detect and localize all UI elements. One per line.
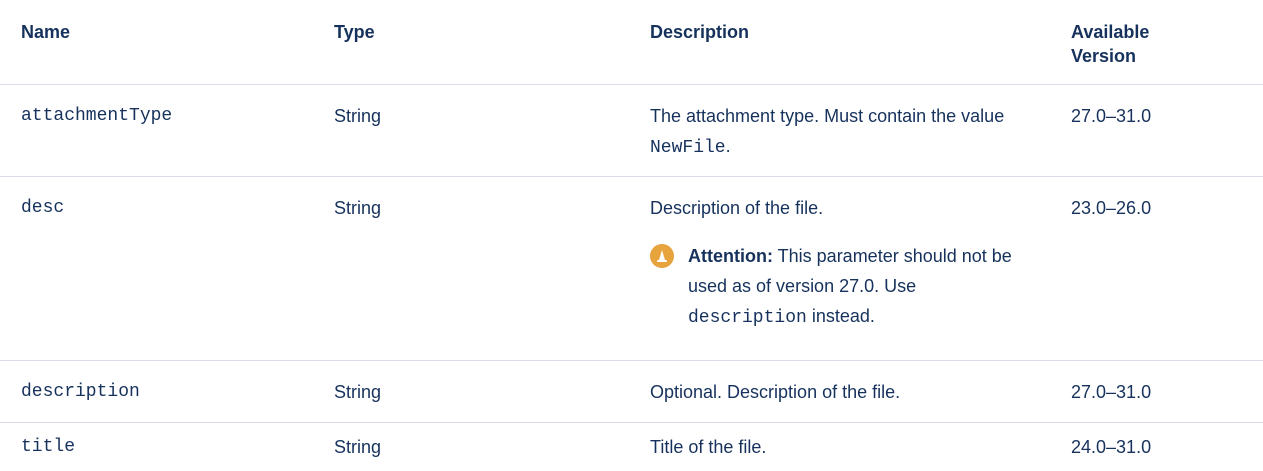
row-divider: [0, 176, 1263, 177]
row-divider: [0, 360, 1263, 361]
param-type: String: [334, 198, 382, 218]
param-type: String: [334, 382, 382, 402]
param-version: 23.0–26.0: [1071, 198, 1152, 218]
attention-text: Attention: This parameter should not be …: [688, 241, 1038, 333]
attention-code: description: [688, 308, 807, 328]
param-name: attachmentType: [21, 106, 173, 126]
param-description: Title of the file.: [650, 437, 767, 457]
header-version-line2: Version: [1071, 46, 1137, 66]
description-code: NewFile: [650, 138, 726, 158]
attention-text-post: instead.: [806, 306, 875, 326]
param-name: desc: [21, 198, 65, 218]
header-type: Type: [334, 22, 375, 42]
param-version: 27.0–31.0: [1071, 382, 1152, 402]
row-divider: [0, 422, 1263, 423]
param-version: 27.0–31.0: [1071, 106, 1152, 126]
param-description: Optional. Description of the file.: [650, 382, 901, 402]
parameters-table: Name Type Description Available Version …: [0, 0, 1263, 471]
param-description: The attachment type. Must contain the va…: [650, 101, 1045, 163]
header-version-line1: Available: [1071, 22, 1150, 42]
param-type: String: [334, 437, 382, 457]
attention-cone-icon: [650, 244, 674, 268]
param-name: title: [21, 437, 76, 457]
description-text: The attachment type. Must contain the va…: [650, 106, 1005, 126]
header-available-version: Available Version: [1071, 20, 1251, 68]
header-description: Description: [650, 22, 750, 42]
description-text-end: .: [725, 136, 731, 156]
attention-label: Attention:: [688, 246, 773, 266]
param-type: String: [334, 106, 382, 126]
param-name: description: [21, 382, 140, 402]
header-name: Name: [21, 22, 71, 42]
param-version: 24.0–31.0: [1071, 437, 1152, 457]
param-description: Description of the file.: [650, 198, 824, 218]
header-divider: [0, 84, 1263, 85]
